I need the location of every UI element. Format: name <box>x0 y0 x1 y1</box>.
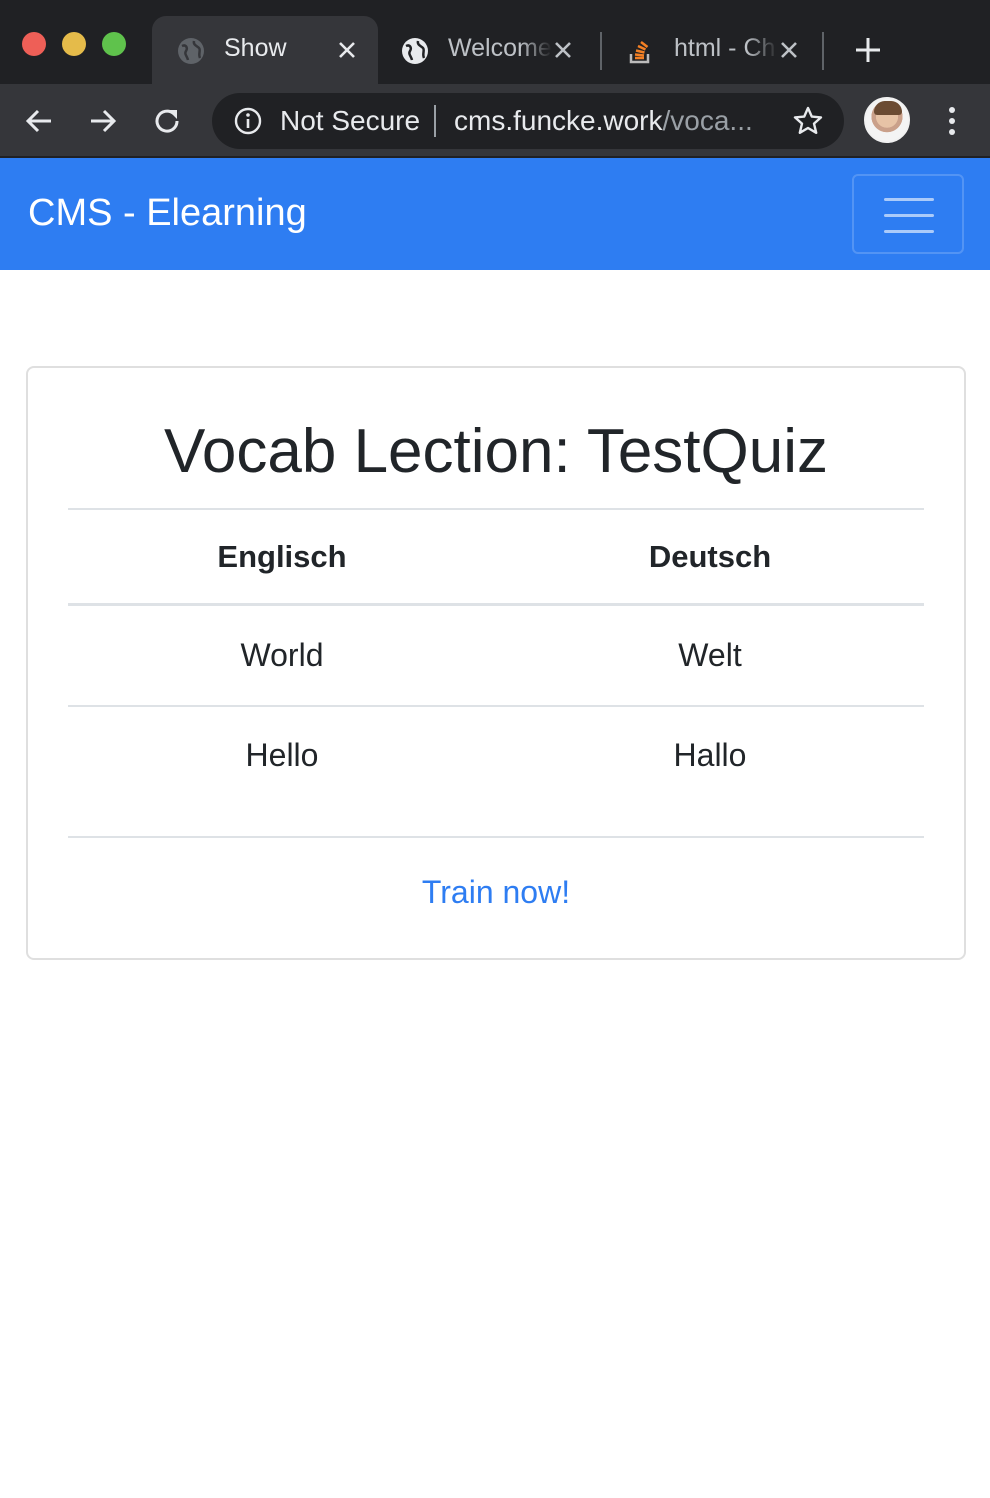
column-header-german: Deutsch <box>648 538 772 574</box>
url-host: cms.funcke.work <box>454 105 663 136</box>
vocab-table: Englisch Deutsch World Welt Hello Hallo <box>68 508 924 804</box>
divider <box>434 105 436 137</box>
german-word: Welt <box>678 637 742 673</box>
tab-title: Welcome <box>448 34 552 62</box>
forward-button[interactable] <box>84 102 122 140</box>
site-navbar: CMS - Elearning <box>0 158 990 270</box>
vocab-card: Vocab Lection: TestQuiz Englisch Deutsch… <box>26 366 966 960</box>
plus-icon <box>856 38 880 62</box>
close-icon[interactable] <box>550 37 576 63</box>
hamburger-icon <box>884 198 934 201</box>
tab-stackoverflow[interactable]: html - Ch <box>610 16 824 84</box>
browser-menu-button[interactable] <box>938 104 966 138</box>
hamburger-icon <box>884 230 934 233</box>
divider <box>68 836 924 838</box>
navbar-toggler-button[interactable] <box>852 174 964 254</box>
navbar-brand[interactable]: CMS - Elearning <box>28 192 307 235</box>
english-word: World <box>240 637 324 673</box>
browser-toolbar: Not Secure cms.funcke.work/voca... <box>0 84 990 158</box>
table-header-row: Englisch Deutsch <box>68 508 924 606</box>
browser-tab-bar: Show Welcome html - Ch <box>0 0 990 84</box>
globe-icon <box>178 38 204 64</box>
tab-welcome[interactable]: Welcome <box>384 16 598 84</box>
english-word: Hello <box>245 737 319 773</box>
url-text[interactable]: cms.funcke.work/voca... <box>454 105 774 137</box>
address-bar[interactable]: Not Secure cms.funcke.work/voca... <box>212 93 844 149</box>
dot <box>949 118 955 124</box>
globe-icon <box>402 38 428 64</box>
window-close-button[interactable] <box>22 32 46 56</box>
window-minimize-button[interactable] <box>62 32 86 56</box>
train-now-link[interactable]: Train now! <box>28 874 964 911</box>
tab-show[interactable]: Show <box>152 16 378 84</box>
reload-button[interactable] <box>148 102 186 140</box>
back-button[interactable] <box>20 102 58 140</box>
tab-title: Show <box>224 34 287 62</box>
tab-title: html - Ch <box>674 34 776 62</box>
table-row: World Welt <box>68 606 924 705</box>
arrow-left-icon <box>25 109 51 133</box>
star-icon[interactable] <box>792 105 824 137</box>
close-icon[interactable] <box>776 37 802 63</box>
profile-avatar[interactable] <box>864 97 910 143</box>
tab-separator <box>600 32 602 70</box>
tab-separator <box>822 32 824 70</box>
page-title: Vocab Lection: TestQuiz <box>163 417 829 486</box>
dot <box>949 129 955 135</box>
window-maximize-button[interactable] <box>102 32 126 56</box>
hamburger-icon <box>884 214 934 217</box>
reload-icon <box>155 109 179 133</box>
url-path: /voca... <box>662 105 753 136</box>
stackoverflow-icon <box>629 41 650 64</box>
new-tab-button[interactable] <box>850 32 886 68</box>
arrow-right-icon <box>91 109 117 133</box>
german-word: Hallo <box>673 737 747 773</box>
column-header-english: Englisch <box>217 538 347 574</box>
dot <box>949 107 955 113</box>
security-status[interactable]: Not Secure <box>280 105 420 137</box>
info-icon[interactable] <box>234 107 262 135</box>
table-row: Hello Hallo <box>68 705 924 804</box>
close-icon[interactable] <box>334 37 360 63</box>
